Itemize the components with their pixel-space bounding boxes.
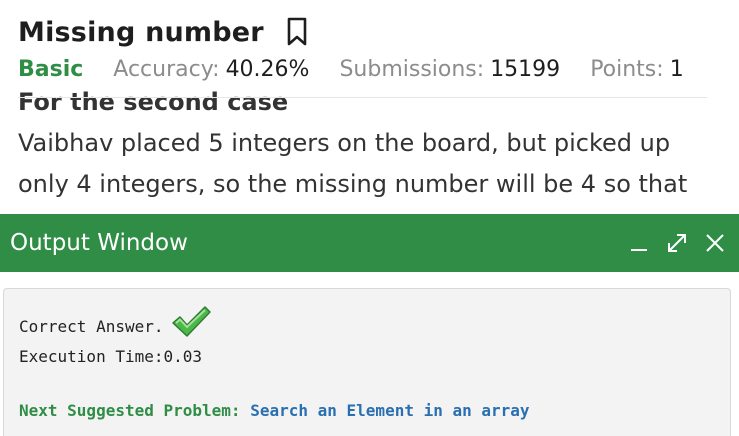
description-heading: For the second case: [18, 88, 289, 116]
description-text: Vaibhav placed 5 integers on the board, …: [18, 129, 688, 216]
accuracy-value: 40.26%: [225, 56, 310, 82]
next-suggested: Next Suggested Problem: Search an Elemen…: [19, 401, 530, 420]
check-icon: [170, 303, 212, 339]
title-row: Missing number: [18, 12, 308, 52]
bookmark-icon[interactable]: [286, 17, 308, 47]
output-window-header: Output Window: [0, 214, 739, 272]
output-window-title: Output Window: [10, 230, 188, 256]
difficulty-badge: Basic: [18, 56, 84, 82]
problem-meta: Basic Accuracy: 40.26% Submissions: 1519…: [18, 53, 684, 85]
problem-panel: Missing number Basic Accuracy: 40.26% Su…: [0, 0, 739, 216]
problem-description: For the second case Vaibhav placed 5 int…: [18, 82, 708, 216]
minimize-icon[interactable]: [625, 229, 653, 257]
execution-time: Execution Time:0.03: [19, 347, 203, 366]
next-problem-link[interactable]: Search an Element in an array: [250, 401, 529, 420]
points-label: Points:: [590, 56, 664, 82]
output-window: Output Window Correct Answer. Execution …: [0, 214, 739, 436]
submissions-value: 15199: [490, 56, 561, 82]
next-suggested-label: Next Suggested Problem:: [19, 401, 241, 420]
close-icon[interactable]: [701, 229, 729, 257]
maximize-icon[interactable]: [663, 229, 691, 257]
meta-divider: [18, 97, 707, 98]
output-body: Correct Answer. Execution Time:0.03 Next…: [3, 288, 731, 436]
result-line: Correct Answer.: [19, 306, 212, 339]
problem-title: Missing number: [18, 16, 264, 48]
result-text: Correct Answer.: [19, 316, 164, 336]
submissions-label: Submissions:: [339, 56, 485, 82]
points-value: 1: [669, 56, 684, 82]
accuracy-label: Accuracy:: [113, 56, 220, 82]
